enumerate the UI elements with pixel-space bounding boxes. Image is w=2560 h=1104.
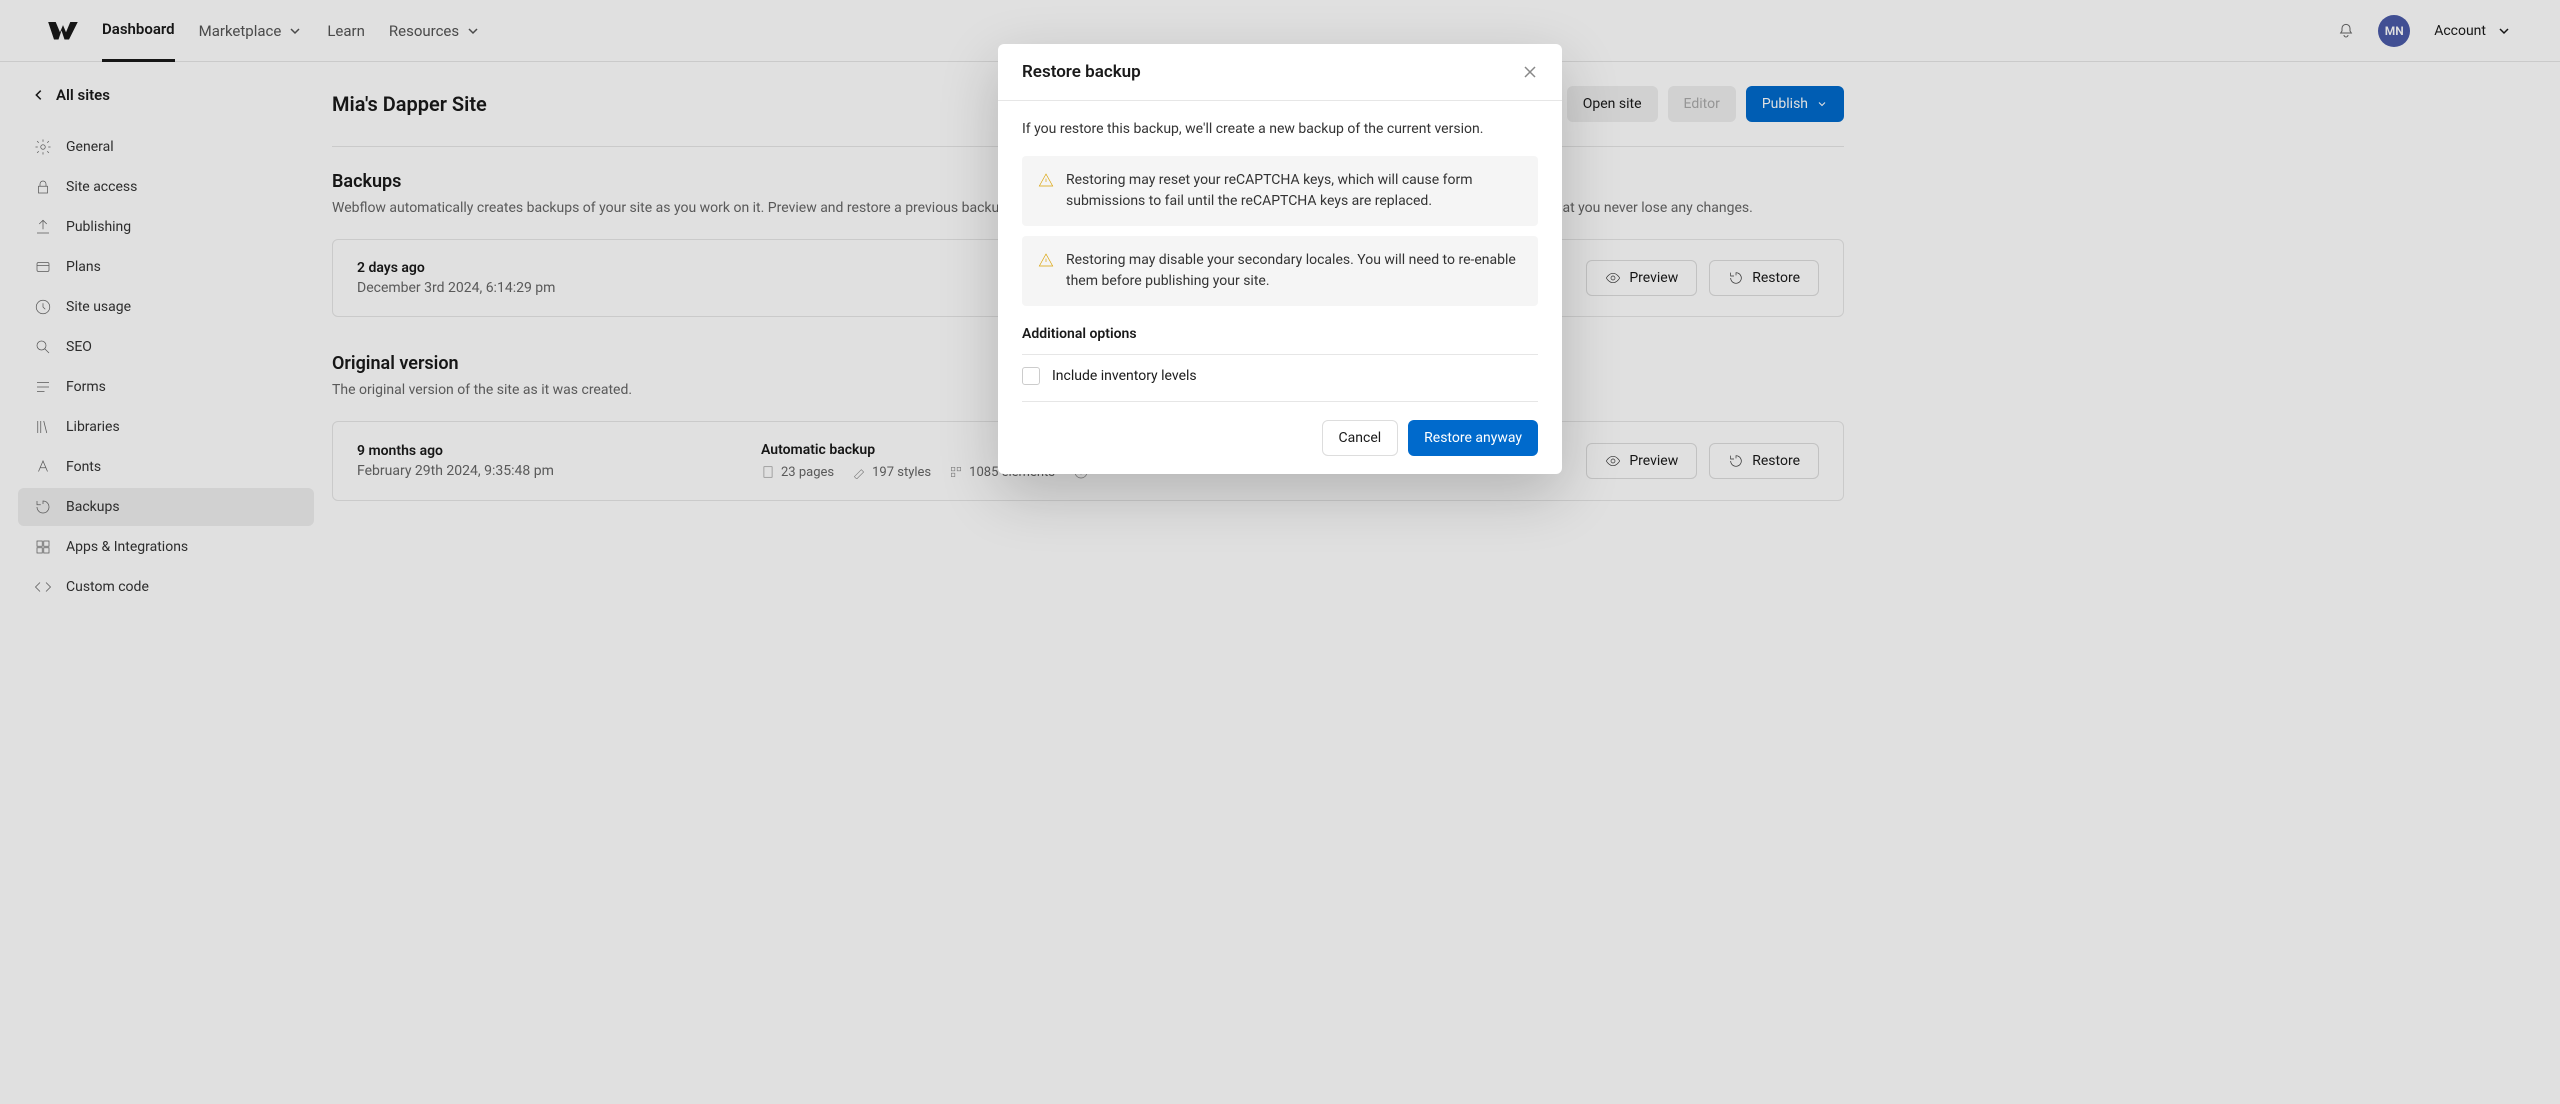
modal-overlay[interactable]: Restore backup If you restore this backu… xyxy=(0,0,2560,1104)
close-icon xyxy=(1522,64,1538,80)
restore-modal: Restore backup If you restore this backu… xyxy=(998,44,1562,474)
confirm-restore-button[interactable]: Restore anyway xyxy=(1408,420,1538,456)
modal-message: If you restore this backup, we'll create… xyxy=(1022,119,1538,140)
warning-icon xyxy=(1038,252,1054,268)
close-button[interactable] xyxy=(1522,64,1538,80)
warning-locales: Restoring may disable your secondary loc… xyxy=(1022,236,1538,306)
cancel-button[interactable]: Cancel xyxy=(1322,420,1399,456)
warning-text: Restoring may reset your reCAPTCHA keys,… xyxy=(1066,170,1522,212)
options-title: Additional options xyxy=(1022,326,1538,355)
checkbox-row: Include inventory levels xyxy=(1022,367,1538,402)
warning-icon xyxy=(1038,172,1054,188)
checkbox-label: Include inventory levels xyxy=(1052,368,1197,384)
warning-recaptcha: Restoring may reset your reCAPTCHA keys,… xyxy=(1022,156,1538,226)
modal-title: Restore backup xyxy=(1022,62,1141,82)
inventory-checkbox[interactable] xyxy=(1022,367,1040,385)
warning-text: Restoring may disable your secondary loc… xyxy=(1066,250,1522,292)
